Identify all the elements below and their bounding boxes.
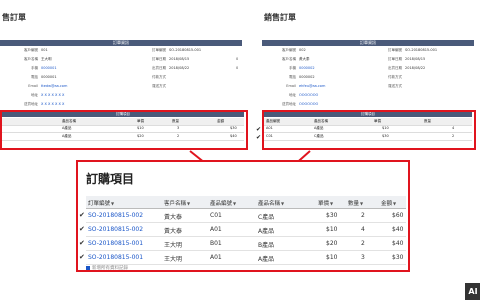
col-qty[interactable]: 數量▼ — [348, 199, 363, 207]
left-field-ship-address: 送貨地址 X X X X X X X — [24, 102, 65, 106]
right-field-email[interactable]: Email ehfeu@aa.com — [264, 84, 325, 88]
check-icon: ✔ — [79, 239, 85, 247]
col-amount[interactable]: 金額▼ — [381, 199, 396, 207]
right-items-table: 訂購項目 產品編號 產品名稱 單價 數量 A01 A產品 $10 4 C01 C… — [264, 112, 472, 148]
right-panel-title: 銷售訂單 — [264, 13, 296, 22]
left-field-phone: 電話 0000001 — [31, 75, 57, 79]
right-field-ship-address: 送貨地址 OOOOOOO — [282, 102, 319, 106]
sort-down-icon: ▼ — [233, 201, 237, 206]
right-field-order-date: 訂單日期 2018/08/15 — [388, 57, 426, 61]
col-price[interactable]: 單價▼ — [318, 199, 333, 207]
combined-items-panel: 訂購項目 訂單編號▼ 客戶名稱▼ 產品編號▼ 產品名稱▼ 單價▼ 數量▼ 金額▼… — [76, 160, 410, 272]
left-field-address: 地址 X X X X X X X — [31, 93, 65, 97]
table-row[interactable]: ✔ SO-20180815-002 黃大泰 A01 A產品 $10 4 $40 — [79, 223, 406, 237]
table-row[interactable]: A產品 $10 3 $30 — [2, 125, 244, 133]
check-icon: ✔ — [79, 253, 85, 261]
add-all-records-link[interactable]: 新增所有資料記錄 — [86, 265, 128, 271]
table-row[interactable]: ✔ SO-20180815-001 王大明 B01 B產品 $20 2 $40 — [79, 237, 406, 251]
check-icon: ✔ — [79, 225, 85, 233]
check-icon: ✔ — [256, 126, 262, 133]
right-field-customer-name: 客戶名稱 黃大泰 — [282, 57, 310, 61]
right-field-phone: 電話 0000002 — [289, 75, 315, 79]
add-record-icon — [86, 265, 90, 270]
sort-down-icon: ▼ — [330, 201, 334, 206]
sort-down-icon: ▼ — [187, 201, 191, 206]
right-field-payment: 付款方式 — [388, 75, 402, 79]
right-order-info-header: 訂單資訊 — [262, 40, 474, 46]
col-customer[interactable]: 客戶名稱▼ — [164, 199, 190, 207]
right-field-ship-date: 出貨日期 2018/08/22 — [388, 66, 426, 70]
sort-down-icon: ▼ — [111, 201, 115, 206]
left-order-panel: 售訂單 訂單資訊 客戶編號 001 客戶名稱 王大明 手機 0000001 電話 000… — [0, 0, 250, 152]
col-order-id[interactable]: 訂單編號▼ — [88, 199, 114, 207]
col-product-name[interactable]: 產品名稱▼ — [258, 199, 284, 207]
table-row[interactable]: C01 C產品 $30 2 — [264, 133, 472, 141]
left-panel-title: 售訂單 — [2, 13, 26, 22]
right-items-header: 訂購項目 — [264, 112, 472, 117]
col-product-code[interactable]: 產品編號▼ — [210, 199, 236, 207]
left-field-customer-id: 客戶編號 001 — [24, 48, 48, 52]
right-field-shipping: 運送方式 — [388, 84, 402, 88]
left-field-shipping: 運送方式 — [152, 84, 166, 88]
table-row[interactable]: ✔ SO-20180815-001 王大明 A01 A產品 $10 3 $30 — [79, 251, 406, 265]
left-field-order-date: 訂單日期 2018/08/15 — [152, 57, 190, 61]
left-order-info-header: 訂單資訊 — [0, 40, 242, 46]
combined-items-title: 訂購項目 — [86, 172, 135, 186]
sort-down-icon: ▼ — [360, 201, 364, 206]
left-field-customer-name: 客戶名稱 王大明 — [24, 57, 52, 61]
right-field-address: 地址 OOOOOOO — [289, 93, 319, 97]
left-right-num-1: 0 — [236, 57, 239, 61]
sort-down-icon: ▼ — [393, 201, 397, 206]
left-field-order-id: 訂單編號 SO-20180815-001 — [152, 48, 202, 52]
left-field-email[interactable]: Email ttedw@aa.com — [2, 84, 67, 88]
combined-table-header: 訂單編號▼ 客戶名稱▼ 產品編號▼ 產品名稱▼ 單價▼ 數量▼ 金額▼ — [86, 196, 406, 209]
check-icon: ✔ — [256, 134, 262, 141]
right-field-customer-id: 客戶編號 002 — [282, 48, 306, 52]
left-items-table: 訂購項目 產品名稱 單價 數量 金額 A產品 $10 3 $30 A產品 $20… — [2, 112, 244, 148]
left-right-num-2: 0 — [236, 66, 239, 70]
left-field-mobile[interactable]: 手機 0000001 — [2, 66, 57, 71]
table-row[interactable]: A01 A產品 $10 4 — [264, 125, 472, 133]
table-row[interactable]: ✔ SO-20180815-002 黃大泰 C01 C產品 $30 2 $60 — [79, 209, 406, 223]
sort-down-icon: ▼ — [281, 201, 285, 206]
right-field-mobile[interactable]: 手機 0000002 — [264, 66, 315, 71]
check-icon: ✔ — [79, 211, 85, 219]
left-field-ship-date: 出貨日期 2018/08/22 — [152, 66, 190, 70]
left-field-payment: 付款方式 — [152, 75, 166, 79]
right-field-order-id: 訂單編號 SO-20180815-001 — [388, 48, 438, 52]
ai-badge: AI — [465, 283, 480, 300]
table-row[interactable]: A產品 $20 2 $40 — [2, 133, 244, 141]
left-items-header: 訂購項目 — [2, 112, 244, 117]
right-order-panel: 銷售訂單 訂單資訊 客戶編號 002 客戶名稱 黃大泰 手機 0000002 電話 00… — [256, 0, 480, 152]
